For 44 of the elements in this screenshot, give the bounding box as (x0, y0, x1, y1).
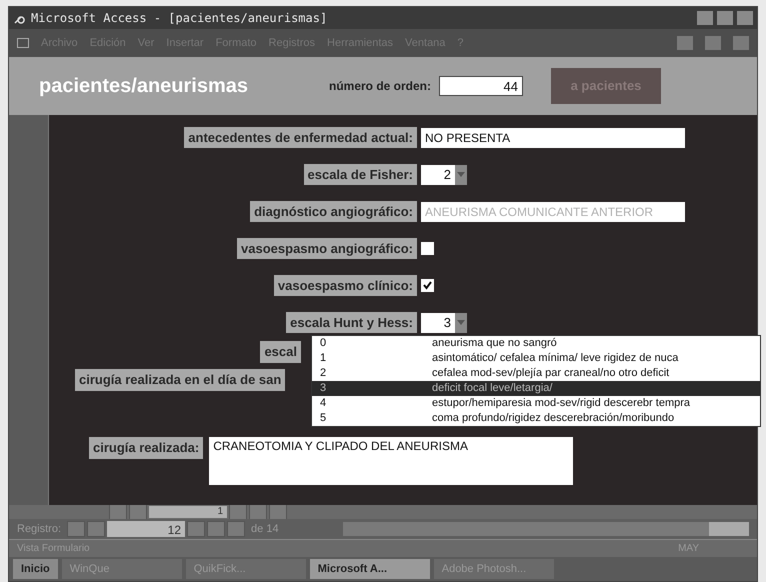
dropdown-option[interactable]: 3 deficit focal leve/letargia/ (312, 381, 760, 396)
taskbar-button[interactable]: Microsoft A... (310, 559, 430, 579)
window-control-button[interactable] (697, 11, 713, 25)
record-label: Registro: (17, 522, 62, 537)
field-label: diagnóstico angiográfico: (250, 200, 417, 222)
text-field[interactable]: NO PRESENTA (421, 128, 685, 148)
record-number-field[interactable]: 12 (107, 521, 186, 537)
form-icon (17, 38, 29, 48)
field-label: vasoespasmo angiográfico: (237, 238, 417, 260)
nav-button[interactable] (207, 521, 226, 537)
field-label: antecedentes de enfermedad actual: (184, 126, 417, 148)
dropdown-option[interactable]: 2 cefalea mod-sev/plejía par craneal/no otro deficit (312, 366, 760, 381)
nav-button[interactable] (187, 521, 206, 537)
record-count: de 14 (251, 522, 279, 537)
surgery-field[interactable]: CRANEOTOMIA Y CLIPADO DEL ANEURISMA (209, 437, 574, 485)
window-control-button[interactable] (737, 11, 753, 25)
dropdown-option[interactable]: 1 asintomático/ cefalea mínima/ leve rigidez de nuca (312, 351, 760, 366)
field-label: escala Hunt y Hess: (286, 312, 417, 334)
field-label: escal (260, 341, 301, 363)
combo-field[interactable]: 3 (421, 312, 467, 332)
dropdown-option[interactable]: 5 coma profundo/rigidez descerebración/moribundo (312, 411, 760, 426)
combo-field[interactable]: 2 (421, 164, 467, 184)
field-label: cirugía realizada en el día de san (75, 369, 286, 391)
start-button[interactable]: Inicio (13, 559, 58, 579)
order-field[interactable]: 44 (439, 76, 524, 96)
nav-button[interactable] (67, 521, 86, 537)
window-control-button[interactable] (705, 36, 721, 50)
dropdown-option[interactable]: 0 aneurisma que no sangró (312, 336, 760, 351)
nav-button[interactable] (87, 521, 106, 537)
order-label: número de orden: (329, 78, 432, 95)
horizontal-scrollbar[interactable] (342, 522, 749, 536)
window-control-button[interactable] (733, 36, 749, 50)
field-label: cirugía realizada: (89, 437, 204, 458)
nav-button[interactable] (227, 521, 246, 537)
field-label: vasoespasmo clínico: (274, 274, 417, 296)
form-title: pacientes/aneurismas (39, 74, 249, 99)
checkbox[interactable] (421, 279, 434, 292)
window-title: Microsoft Access - [pacientes/aneurismas] (31, 10, 328, 27)
dropdown-option[interactable]: 4 estupor/hemiparesia mod-sev/rigid descerebr tempra (312, 396, 760, 411)
subform-record-field[interactable]: 1 (149, 506, 227, 518)
window-control-button[interactable] (677, 36, 693, 50)
window-control-button[interactable] (717, 11, 733, 25)
field-label: escala de Fisher: (304, 164, 417, 186)
checkbox[interactable] (421, 242, 434, 255)
